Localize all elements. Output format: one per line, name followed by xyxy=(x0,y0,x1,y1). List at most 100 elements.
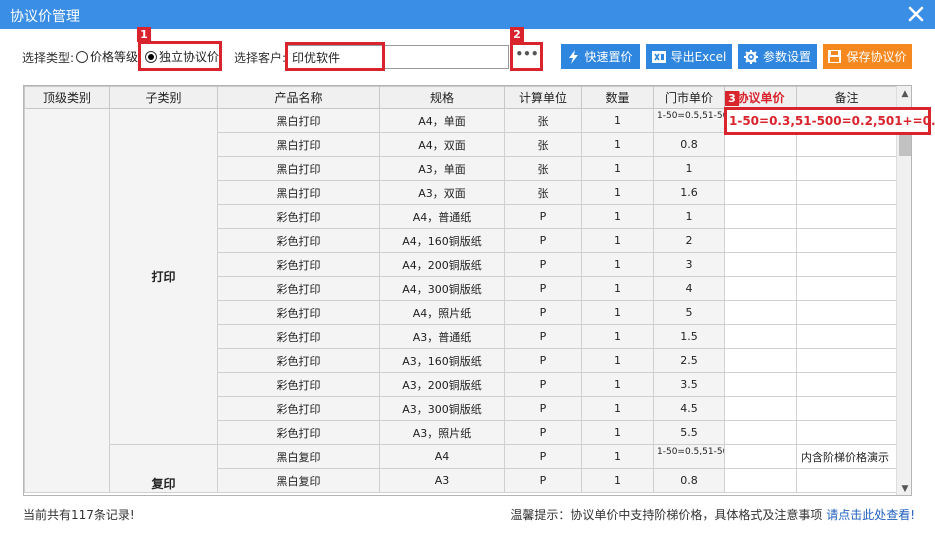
remark-cell[interactable] xyxy=(796,324,897,349)
col-header-remark[interactable]: 备注 xyxy=(796,86,897,109)
col-header-retail-price[interactable]: 门市单价 xyxy=(653,86,725,109)
quantity-cell: 1 xyxy=(581,180,654,205)
agreement-price-cell[interactable] xyxy=(724,156,797,181)
remark-cell[interactable] xyxy=(796,180,897,205)
remark-cell[interactable] xyxy=(796,372,897,397)
remark-cell[interactable] xyxy=(796,156,897,181)
quick-price-button[interactable]: 快速置价 xyxy=(561,44,640,69)
param-settings-button[interactable]: 参数设置 xyxy=(738,44,817,69)
unit-cell: P xyxy=(504,348,582,373)
badge-3: 3 xyxy=(725,91,739,106)
close-icon[interactable] xyxy=(905,3,927,25)
remark-cell[interactable] xyxy=(796,276,897,301)
agreement-price-cell[interactable] xyxy=(724,204,797,229)
customer-label: 选择客户: xyxy=(234,51,287,65)
quantity-cell: 1 xyxy=(581,132,654,157)
unit-cell: P xyxy=(504,252,582,277)
product-name-cell: 彩色打印 xyxy=(217,420,380,445)
remark-cell[interactable] xyxy=(796,348,897,373)
quantity-cell: 1 xyxy=(581,420,654,445)
type-label: 选择类型: xyxy=(22,51,75,65)
export-excel-label: 导出Excel xyxy=(670,50,727,64)
retail-price-cell: 1.6 xyxy=(653,180,725,205)
table-row[interactable]: 复印 黑白复印 A4 P 1 1-50=0.5,51-500=0.4,501 内… xyxy=(25,444,897,493)
retail-price-cell: 2.5 xyxy=(653,348,725,373)
retail-price-cell: 0.8 xyxy=(653,468,725,493)
col-header-quantity[interactable]: 数量 xyxy=(581,86,654,109)
save-icon xyxy=(828,50,842,63)
retail-price-cell: 5.5 xyxy=(653,420,725,445)
unit-cell: P xyxy=(504,276,582,301)
spec-cell: A4，普通纸 xyxy=(379,204,505,229)
gear-icon xyxy=(743,49,758,64)
agreement-price-cell[interactable] xyxy=(724,132,797,157)
retail-price-cell: 3 xyxy=(653,252,725,277)
remark-cell[interactable] xyxy=(796,252,897,277)
sub-category-copy: 复印 xyxy=(109,444,218,493)
remark-cell[interactable] xyxy=(796,204,897,229)
tip-text: 温馨提示：协议单价中支持阶梯价格，具体格式及注意事项 xyxy=(510,508,823,522)
agreement-price-cell[interactable] xyxy=(724,348,797,373)
agreement-price-cell[interactable] xyxy=(724,180,797,205)
agreement-price-cell[interactable] xyxy=(724,372,797,397)
agreement-price-cell[interactable] xyxy=(724,300,797,325)
radio-circle-icon xyxy=(76,50,88,63)
product-name-cell: 彩色打印 xyxy=(217,324,380,349)
unit-cell: P xyxy=(504,420,582,445)
retail-price-cell: 1-50=0.5,51-500=0.4,501 xyxy=(653,444,725,469)
remark-cell[interactable]: 内含阶梯价格演示 xyxy=(796,444,897,469)
remark-cell[interactable] xyxy=(796,228,897,253)
unit-cell: P xyxy=(504,204,582,229)
agreement-price-cell[interactable] xyxy=(724,324,797,349)
remark-cell[interactable] xyxy=(796,420,897,445)
agreement-price-cell[interactable] xyxy=(724,276,797,301)
remark-cell[interactable] xyxy=(796,300,897,325)
spec-cell: A3，300铜版纸 xyxy=(379,396,505,421)
agreement-price-cell[interactable] xyxy=(724,228,797,253)
col-header-product-name[interactable]: 产品名称 xyxy=(217,86,380,109)
spec-cell: A4，照片纸 xyxy=(379,300,505,325)
remark-cell[interactable] xyxy=(796,396,897,421)
retail-price-cell: 0.8 xyxy=(653,132,725,157)
unit-cell: 张 xyxy=(504,108,582,133)
agreement-price-cell[interactable] xyxy=(724,444,797,469)
spec-cell: A4，200铜版纸 xyxy=(379,252,505,277)
product-name-cell: 彩色打印 xyxy=(217,204,380,229)
unit-cell: 张 xyxy=(504,132,582,157)
export-excel-button[interactable]: 导出Excel xyxy=(646,44,732,69)
scroll-up-icon[interactable]: ▲ xyxy=(897,86,911,102)
tip-link[interactable]: 请点击此处查看! xyxy=(826,508,915,522)
col-header-unit[interactable]: 计算单位 xyxy=(504,86,582,109)
save-price-label: 保存协议价 xyxy=(846,50,907,64)
tiered-price-callout: 1-50=0.3,51-500=0.2,501+=0.1 xyxy=(724,107,935,135)
product-name-cell: 黑白复印 xyxy=(217,468,380,493)
scroll-down-icon[interactable]: ▼ xyxy=(897,481,911,495)
retail-price-cell: 4.5 xyxy=(653,396,725,421)
quantity-cell: 1 xyxy=(581,444,654,469)
retail-price-cell: 3.5 xyxy=(653,372,725,397)
product-name-cell: 黑白打印 xyxy=(217,132,380,157)
quantity-cell: 1 xyxy=(581,396,654,421)
save-price-button[interactable]: 保存协议价 xyxy=(823,44,912,69)
vertical-scrollbar[interactable]: ▲ ▼ xyxy=(896,86,911,495)
spec-cell: A4，300铜版纸 xyxy=(379,276,505,301)
spec-cell: A3，单面 xyxy=(379,156,505,181)
spec-cell: A3，200铜版纸 xyxy=(379,372,505,397)
agreement-price-cell[interactable] xyxy=(724,396,797,421)
remark-cell[interactable] xyxy=(796,468,897,493)
retail-price-cell: 1 xyxy=(653,204,725,229)
unit-cell: P xyxy=(504,300,582,325)
agreement-price-cell[interactable] xyxy=(724,252,797,277)
product-name-cell: 彩色打印 xyxy=(217,300,380,325)
agreement-price-cell[interactable] xyxy=(724,420,797,445)
col-header-spec[interactable]: 规格 xyxy=(379,86,505,109)
quantity-cell: 1 xyxy=(581,156,654,181)
col-header-sub-category[interactable]: 子类别 xyxy=(109,86,218,109)
col-header-top-category[interactable]: 顶级类别 xyxy=(24,86,110,109)
unit-cell: 张 xyxy=(504,156,582,181)
window-title: 协议价管理 xyxy=(10,9,80,25)
product-name-cell: 彩色打印 xyxy=(217,372,380,397)
radio-price-level[interactable]: 价格等级 xyxy=(76,48,138,65)
remark-cell[interactable] xyxy=(796,132,897,157)
agreement-price-cell[interactable] xyxy=(724,468,797,493)
